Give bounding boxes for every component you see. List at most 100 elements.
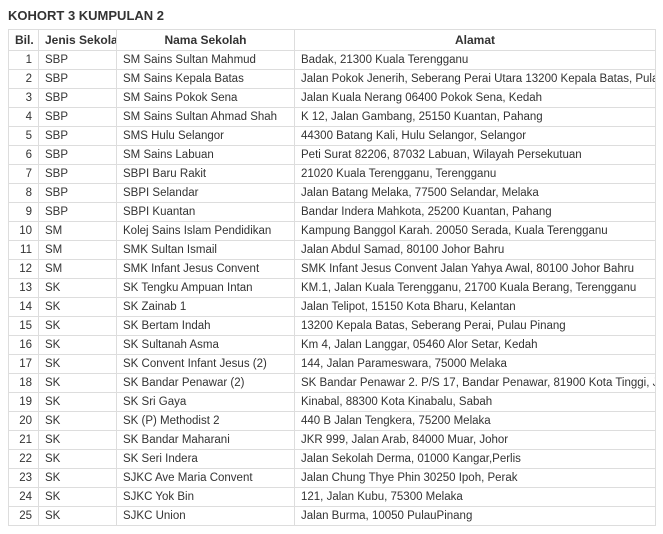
cell-nama: SM Sains Kepala Batas (117, 70, 295, 89)
cell-jenis: SBP (39, 108, 117, 127)
cell-nama: SMS Hulu Selangor (117, 127, 295, 146)
table-row: 10SMKolej Sains Islam PendidikanKampung … (9, 222, 656, 241)
cell-bil: 20 (9, 412, 39, 431)
cell-jenis: SK (39, 469, 117, 488)
cell-bil: 10 (9, 222, 39, 241)
table-row: 6SBPSM Sains LabuanPeti Surat 82206, 870… (9, 146, 656, 165)
cell-bil: 12 (9, 260, 39, 279)
table-row: 15SKSK Bertam Indah13200 Kepala Batas, S… (9, 317, 656, 336)
cell-alamat: 44300 Batang Kali, Hulu Selangor, Selang… (295, 127, 656, 146)
page-title: KOHORT 3 KUMPULAN 2 (8, 8, 655, 23)
cell-nama: SK Zainab 1 (117, 298, 295, 317)
col-header-bil: Bil. (9, 30, 39, 51)
cell-nama: SBPI Selandar (117, 184, 295, 203)
table-row: 19SK SK Sri Gaya Kinabal, 88300 Kota Kin… (9, 393, 656, 412)
table-row: 12SMSMK Infant Jesus ConventSMK Infant J… (9, 260, 656, 279)
cell-nama: SJKC Yok Bin (117, 488, 295, 507)
cell-jenis: SBP (39, 184, 117, 203)
cell-alamat: Jalan Burma, 10050 PulauPinang (295, 507, 656, 526)
cell-bil: 23 (9, 469, 39, 488)
cell-jenis: SK (39, 317, 117, 336)
cell-jenis: SM (39, 260, 117, 279)
cell-bil: 13 (9, 279, 39, 298)
cell-nama: SK Tengku Ampuan Intan (117, 279, 295, 298)
cell-bil: 19 (9, 393, 39, 412)
table-row: 9SBPSBPI KuantanBandar Indera Mahkota, 2… (9, 203, 656, 222)
cell-bil: 8 (9, 184, 39, 203)
cell-alamat: Kampung Banggol Karah. 20050 Serada, Kua… (295, 222, 656, 241)
cell-alamat: SK Bandar Penawar 2. P/S 17, Bandar Pena… (295, 374, 656, 393)
table-row: 5SBPSMS Hulu Selangor44300 Batang Kali, … (9, 127, 656, 146)
cell-bil: 5 (9, 127, 39, 146)
col-header-jenis: Jenis Sekolah (39, 30, 117, 51)
table-row: 4SBPSM Sains Sultan Ahmad ShahK 12, Jala… (9, 108, 656, 127)
cell-nama: SMK Sultan Ismail (117, 241, 295, 260)
cell-jenis: SK (39, 393, 117, 412)
cell-nama: SM Sains Labuan (117, 146, 295, 165)
cell-nama: SK Seri Indera (117, 450, 295, 469)
col-header-nama: Nama Sekolah (117, 30, 295, 51)
cell-jenis: SK (39, 279, 117, 298)
cell-nama: SK Convent Infant Jesus (2) (117, 355, 295, 374)
cell-nama: SK Sri Gaya (117, 393, 295, 412)
cell-alamat: Km 4, Jalan Langgar, 05460 Alor Setar, K… (295, 336, 656, 355)
cell-alamat: Jalan Abdul Samad, 80100 Johor Bahru (295, 241, 656, 260)
cell-jenis: SK (39, 336, 117, 355)
cell-nama: SBPI Baru Rakit (117, 165, 295, 184)
cell-nama: SJKC Ave Maria Convent (117, 469, 295, 488)
cell-nama: SMK Infant Jesus Convent (117, 260, 295, 279)
cell-alamat: 21020 Kuala Terengganu, Terengganu (295, 165, 656, 184)
table-row: 2SBPSM Sains Kepala BatasJalan Pokok Jen… (9, 70, 656, 89)
table-row: 23SKSJKC Ave Maria ConventJalan Chung Th… (9, 469, 656, 488)
cell-jenis: SBP (39, 165, 117, 184)
cell-jenis: SK (39, 431, 117, 450)
cell-alamat: KM.1, Jalan Kuala Terengganu, 21700 Kual… (295, 279, 656, 298)
cell-jenis: SM (39, 241, 117, 260)
cell-nama: SK Bertam Indah (117, 317, 295, 336)
cell-bil: 1 (9, 51, 39, 70)
cell-bil: 24 (9, 488, 39, 507)
cell-bil: 22 (9, 450, 39, 469)
cell-bil: 2 (9, 70, 39, 89)
cell-alamat: Jalan Sekolah Derma, 01000 Kangar,Perlis (295, 450, 656, 469)
cell-alamat: K 12, Jalan Gambang, 25150 Kuantan, Paha… (295, 108, 656, 127)
cell-alamat: JKR 999, Jalan Arab, 84000 Muar, Johor (295, 431, 656, 450)
cell-bil: 9 (9, 203, 39, 222)
cell-nama: Kolej Sains Islam Pendidikan (117, 222, 295, 241)
cell-alamat: 440 B Jalan Tengkera, 75200 Melaka (295, 412, 656, 431)
cell-bil: 4 (9, 108, 39, 127)
cell-alamat: Jalan Pokok Jenerih, Seberang Perai Utar… (295, 70, 656, 89)
cell-alamat: Kinabal, 88300 Kota Kinabalu, Sabah (295, 393, 656, 412)
cell-bil: 18 (9, 374, 39, 393)
cell-jenis: SK (39, 450, 117, 469)
table-row: 14SKSK Zainab 1Jalan Telipot, 15150 Kota… (9, 298, 656, 317)
table-row: 17SKSK Convent Infant Jesus (2)144, Jala… (9, 355, 656, 374)
cell-bil: 3 (9, 89, 39, 108)
cell-jenis: SBP (39, 89, 117, 108)
table-row: 1SBPSM Sains Sultan MahmudBadak, 21300 K… (9, 51, 656, 70)
cell-jenis: SBP (39, 70, 117, 89)
cell-nama: SM Sains Pokok Sena (117, 89, 295, 108)
cell-bil: 15 (9, 317, 39, 336)
cell-nama: SK (P) Methodist 2 (117, 412, 295, 431)
cell-alamat: 144, Jalan Parameswara, 75000 Melaka (295, 355, 656, 374)
cell-bil: 6 (9, 146, 39, 165)
table-row: 8SBPSBPI SelandarJalan Batang Melaka, 77… (9, 184, 656, 203)
table-header-row: Bil. Jenis Sekolah Nama Sekolah Alamat (9, 30, 656, 51)
cell-nama: SK Bandar Maharani (117, 431, 295, 450)
cell-jenis: SK (39, 507, 117, 526)
cell-jenis: SBP (39, 203, 117, 222)
cell-alamat: Jalan Batang Melaka, 77500 Selandar, Mel… (295, 184, 656, 203)
cell-bil: 17 (9, 355, 39, 374)
table-row: 16SKSK Sultanah Asma Km 4, Jalan Langgar… (9, 336, 656, 355)
cell-alamat: Jalan Telipot, 15150 Kota Bharu, Kelanta… (295, 298, 656, 317)
cell-bil: 14 (9, 298, 39, 317)
table-row: 25SKSJKC UnionJalan Burma, 10050 PulauPi… (9, 507, 656, 526)
table-row: 3SBPSM Sains Pokok SenaJalan Kuala Neran… (9, 89, 656, 108)
table-row: 18SKSK Bandar Penawar (2)SK Bandar Penaw… (9, 374, 656, 393)
cell-bil: 25 (9, 507, 39, 526)
table-row: 20SKSK (P) Methodist 2 440 B Jalan Tengk… (9, 412, 656, 431)
cell-alamat: Bandar Indera Mahkota, 25200 Kuantan, Pa… (295, 203, 656, 222)
table-row: 13SKSK Tengku Ampuan IntanKM.1, Jalan Ku… (9, 279, 656, 298)
cell-alamat: 121, Jalan Kubu, 75300 Melaka (295, 488, 656, 507)
